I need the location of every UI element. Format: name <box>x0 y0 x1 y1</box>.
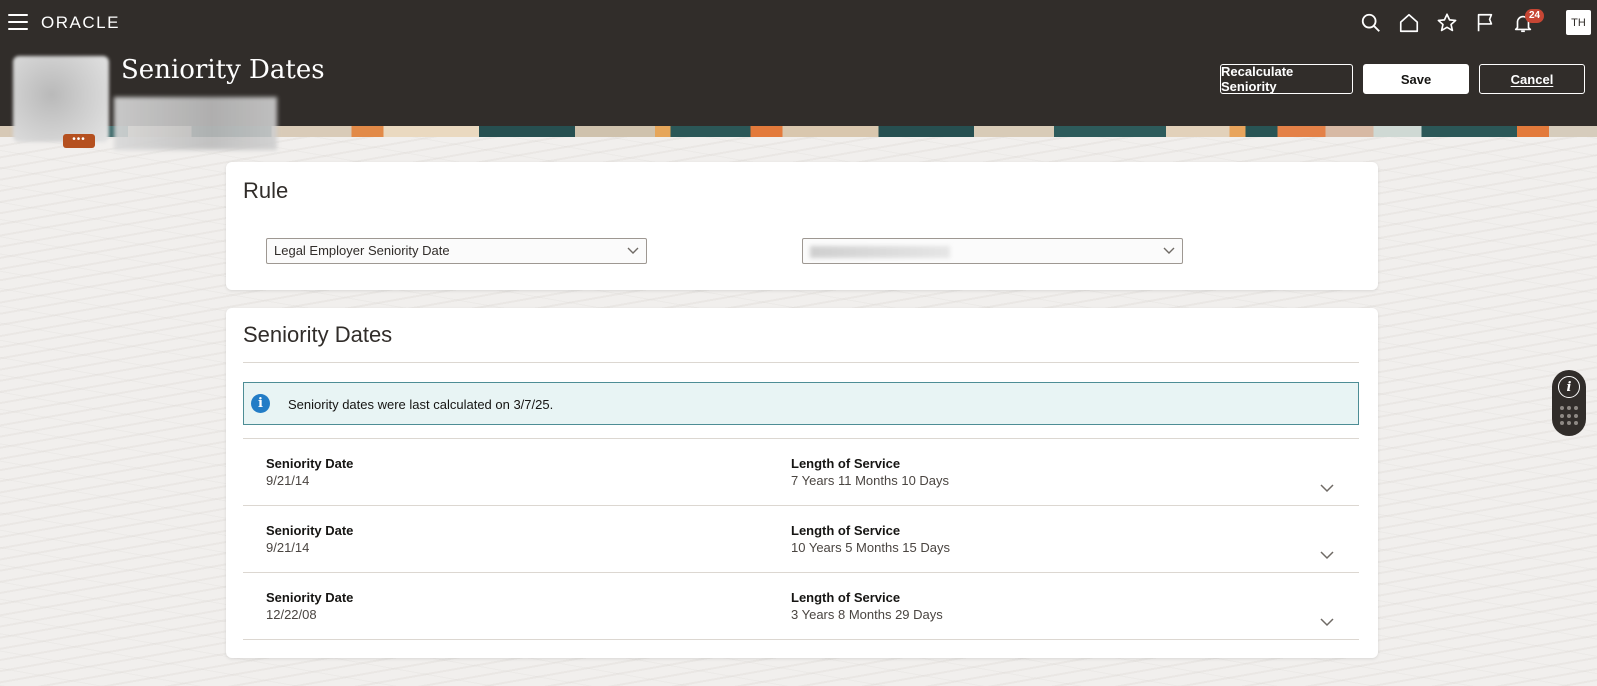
notifications-bell-icon[interactable]: 24 <box>1504 9 1545 36</box>
expand-chevron-icon[interactable] <box>1320 483 1334 493</box>
seniority-row[interactable]: Seniority Date 9/21/14 Length of Service… <box>243 506 1359 573</box>
oracle-logo[interactable]: ORACLE <box>41 13 120 33</box>
chevron-down-icon <box>627 247 639 254</box>
seniority-date-label: Seniority Date <box>266 590 354 605</box>
page-title: Seniority Dates <box>121 55 325 85</box>
person-photo-avatar <box>13 56 109 142</box>
rule-title: Rule <box>243 178 289 203</box>
floating-side-toolbar: i <box>1552 370 1586 436</box>
person-more-actions-button[interactable]: ••• <box>63 134 95 148</box>
header-actions: Recalculate Seniority Save Cancel <box>1220 64 1585 94</box>
length-of-service-label: Length of Service <box>791 590 901 605</box>
seniority-rule-select[interactable]: Legal Employer Seniority Date <box>266 238 647 264</box>
seniority-date-value: 12/22/08 <box>266 607 317 622</box>
seniority-date-label: Seniority Date <box>266 456 354 471</box>
length-of-service-value: 3 Years 8 Months 29 Days <box>791 607 943 622</box>
expand-chevron-icon[interactable] <box>1320 550 1334 560</box>
seniority-date-value: 9/21/14 <box>266 473 310 488</box>
title-divider <box>243 362 1359 363</box>
seniority-date-value: 9/21/14 <box>266 540 310 555</box>
star-icon[interactable] <box>1428 10 1466 36</box>
chevron-down-icon <box>1163 247 1175 254</box>
seniority-rule-value: Legal Employer Seniority Date <box>274 243 450 258</box>
info-message-box: i Seniority dates were last calculated o… <box>243 382 1359 425</box>
legal-employer-select[interactable] <box>802 238 1183 264</box>
info-message-text: Seniority dates were last calculated on … <box>288 397 554 412</box>
cancel-button[interactable]: Cancel <box>1479 64 1585 94</box>
apps-grid-icon[interactable] <box>1560 406 1578 426</box>
person-name-redacted <box>114 97 277 150</box>
help-info-icon[interactable]: i <box>1558 376 1580 398</box>
search-icon[interactable] <box>1352 10 1390 36</box>
length-of-service-value: 10 Years 5 Months 15 Days <box>791 540 950 555</box>
user-avatar[interactable]: TH <box>1566 10 1591 35</box>
length-of-service-value: 7 Years 11 Months 10 Days <box>791 473 950 488</box>
legal-employer-value-redacted <box>810 245 950 258</box>
seniority-row[interactable]: Seniority Date 9/21/14 Length of Service… <box>243 439 1359 506</box>
seniority-dates-title: Seniority Dates <box>243 322 393 347</box>
rule-card: Rule Legal Employer Seniority Date <box>226 162 1378 290</box>
seniority-date-label: Seniority Date <box>266 523 354 538</box>
recalculate-seniority-button[interactable]: Recalculate Seniority <box>1220 64 1353 94</box>
notifications-count-badge: 24 <box>1525 9 1545 23</box>
flag-icon[interactable] <box>1466 10 1504 36</box>
home-icon[interactable] <box>1390 10 1428 36</box>
global-icon-bar: 24 <box>1352 9 1545 36</box>
expand-chevron-icon[interactable] <box>1320 617 1334 627</box>
seniority-row[interactable]: Seniority Date 12/22/08 Length of Servic… <box>243 573 1359 640</box>
info-icon: i <box>251 394 270 413</box>
save-button[interactable]: Save <box>1363 64 1469 94</box>
length-of-service-label: Length of Service <box>791 456 901 471</box>
hamburger-menu-icon[interactable] <box>8 13 28 31</box>
length-of-service-label: Length of Service <box>791 523 901 538</box>
seniority-dates-card: Seniority Dates i Seniority dates were l… <box>226 308 1378 658</box>
